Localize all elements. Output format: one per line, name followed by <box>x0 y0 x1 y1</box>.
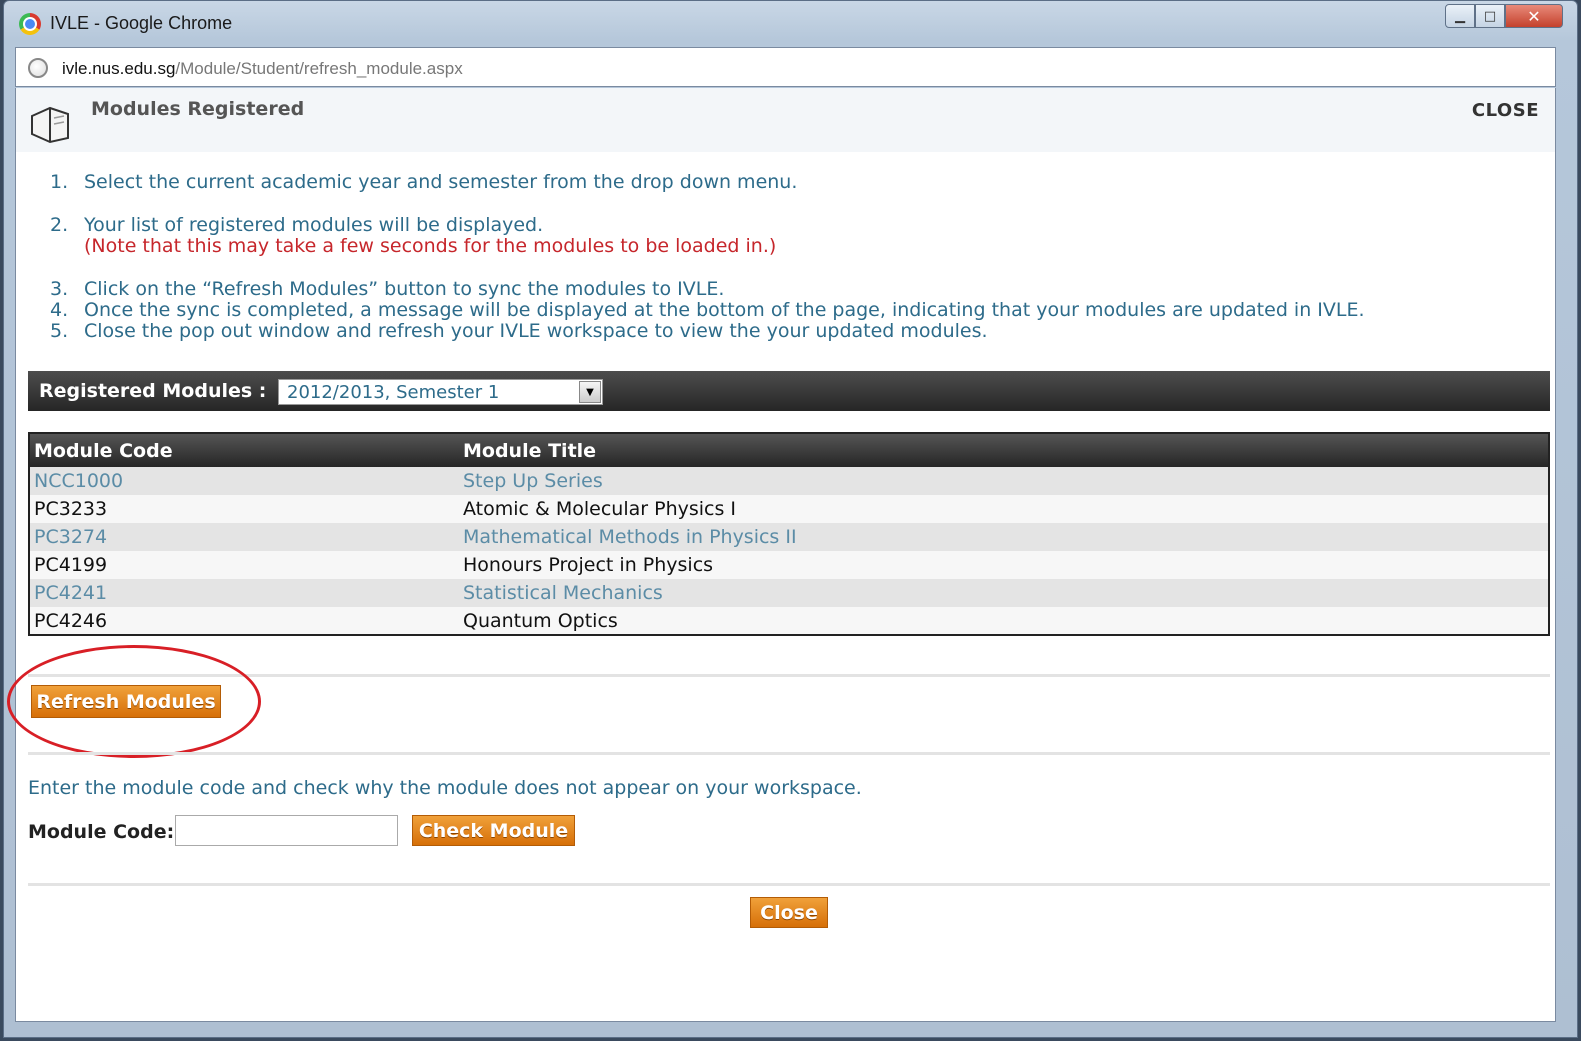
module-title-cell: Honours Project in Physics <box>459 551 1549 579</box>
semester-select[interactable]: 2012/2013, Semester 1 ▼ <box>278 379 603 405</box>
instruction-step-2: 2. Your list of registered modules will … <box>50 215 1365 236</box>
module-code-cell: PC4199 <box>29 551 459 579</box>
module-title-cell: Atomic & Molecular Physics I <box>459 495 1549 523</box>
table-row[interactable]: PC3274 Mathematical Methods in Physics I… <box>29 523 1549 551</box>
page-header: Modules Registered CLOSE <box>16 88 1555 152</box>
module-title-cell: Statistical Mechanics <box>459 579 1549 607</box>
step-number: 3. <box>50 278 69 300</box>
window-title: IVLE - Google Chrome <box>50 13 233 33</box>
step-text: Click on the “Refresh Modules” button to… <box>84 278 725 300</box>
table-header-row: Module Code Module Title <box>29 433 1549 467</box>
step-number: 2. <box>50 214 69 236</box>
url-text[interactable]: ivle.nus.edu.sg/Module/Student/refresh_m… <box>62 59 463 79</box>
divider <box>28 883 1550 886</box>
step-number: 5. <box>50 320 69 342</box>
instruction-step-5: 5. Close the pop out window and refresh … <box>50 321 1365 342</box>
module-code-cell: NCC1000 <box>29 467 459 495</box>
close-button[interactable]: Close <box>750 897 828 928</box>
module-title-cell: Step Up Series <box>459 467 1549 495</box>
window-close-button[interactable]: ✕ <box>1505 4 1563 28</box>
book-icon <box>31 106 69 144</box>
module-code-cell: PC4241 <box>29 579 459 607</box>
title-bar[interactable]: IVLE - Google Chrome ▁ □ ✕ <box>4 1 1577 45</box>
minimize-button[interactable]: ▁ <box>1445 4 1475 28</box>
step-text: Once the sync is completed, a message wi… <box>84 299 1365 321</box>
semester-select-value: 2012/2013, Semester 1 <box>287 382 500 403</box>
table-row[interactable]: PC3233 Atomic & Molecular Physics I <box>29 495 1549 523</box>
header-close-link[interactable]: CLOSE <box>1472 100 1539 121</box>
url-host: ivle.nus.edu.sg <box>62 59 176 78</box>
divider <box>28 752 1550 755</box>
module-title-cell: Mathematical Methods in Physics II <box>459 523 1549 551</box>
step-number: 4. <box>50 299 69 321</box>
step-number: 1. <box>50 171 69 193</box>
module-code-label: Module Code: <box>28 821 175 843</box>
url-path: /Module/Student/refresh_module.aspx <box>175 59 463 78</box>
chrome-logo-icon <box>19 13 41 35</box>
table-row[interactable]: PC4241 Statistical Mechanics <box>29 579 1549 607</box>
divider <box>28 674 1550 677</box>
globe-icon <box>28 58 48 78</box>
registered-modules-label: Registered Modules : <box>39 380 267 402</box>
module-code-cell: PC4246 <box>29 607 459 635</box>
check-module-button[interactable]: Check Module <box>412 815 575 846</box>
table-row[interactable]: PC4246 Quantum Optics <box>29 607 1549 635</box>
browser-window: IVLE - Google Chrome ▁ □ ✕ ivle.nus.edu.… <box>3 0 1578 1038</box>
page-content: Modules Registered CLOSE 1. Select the c… <box>7 88 1556 1022</box>
module-code-cell: PC3274 <box>29 523 459 551</box>
modules-table: Module Code Module Title NCC1000 Step Up… <box>28 432 1550 636</box>
chevron-down-icon[interactable]: ▼ <box>579 381 601 403</box>
address-bar[interactable]: ivle.nus.edu.sg/Module/Student/refresh_m… <box>15 47 1556 87</box>
window-controls: ▁ □ ✕ <box>1445 4 1563 28</box>
step-text: Close the pop out window and refresh you… <box>84 320 988 342</box>
module-code-input[interactable] <box>175 815 398 846</box>
table-row[interactable]: NCC1000 Step Up Series <box>29 467 1549 495</box>
step-text: Select the current academic year and sem… <box>84 171 798 193</box>
instruction-step-4: 4. Once the sync is completed, a message… <box>50 300 1365 321</box>
maximize-button[interactable]: □ <box>1475 4 1505 28</box>
module-code-cell: PC3233 <box>29 495 459 523</box>
instructions-list: 1. Select the current academic year and … <box>50 172 1365 342</box>
table-row[interactable]: PC4199 Honours Project in Physics <box>29 551 1549 579</box>
column-header-module-title: Module Title <box>459 433 1549 467</box>
module-title-cell: Quantum Optics <box>459 607 1549 635</box>
instruction-step-3: 3. Click on the “Refresh Modules” button… <box>50 279 1365 300</box>
step-text: Your list of registered modules will be … <box>84 214 544 236</box>
page-title: Modules Registered <box>91 98 305 120</box>
column-header-module-code: Module Code <box>29 433 459 467</box>
instruction-step-1: 1. Select the current academic year and … <box>50 172 1365 193</box>
highlight-circle-annotation <box>7 645 261 758</box>
check-module-instruction: Enter the module code and check why the … <box>28 777 862 799</box>
registered-modules-bar: Registered Modules : 2012/2013, Semester… <box>28 371 1550 411</box>
loading-note: (Note that this may take a few seconds f… <box>84 235 777 257</box>
